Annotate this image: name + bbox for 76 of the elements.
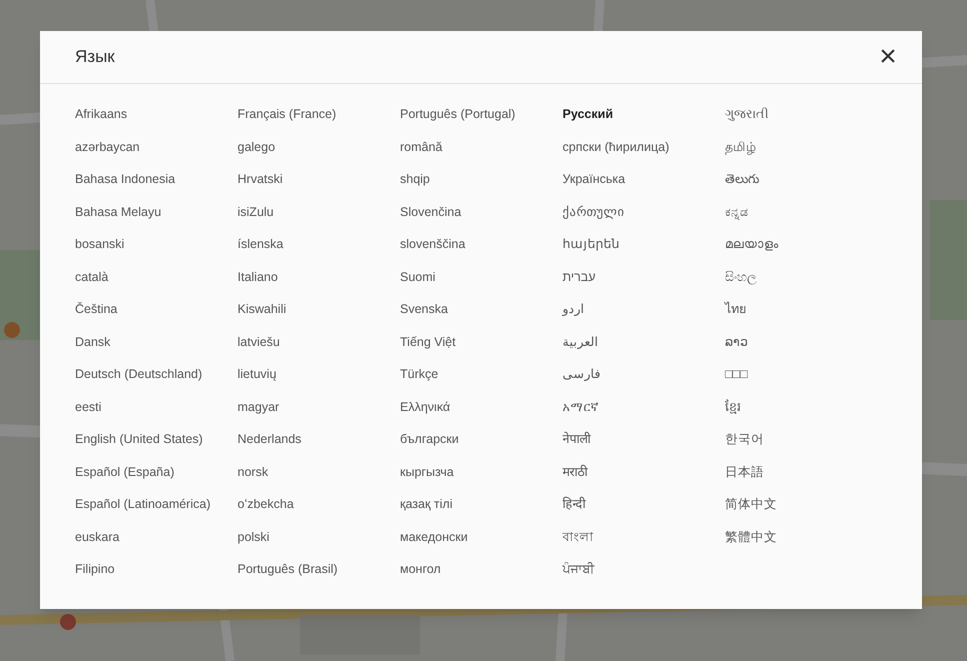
language-option[interactable]: Slovenčina (400, 202, 462, 220)
language-option[interactable]: ਪੰਜਾਬੀ (562, 560, 594, 578)
language-option[interactable]: 日本語 (725, 462, 764, 480)
language-option[interactable]: ไทย (725, 300, 746, 318)
language-option[interactable]: বাংলা (562, 528, 594, 546)
language-option[interactable]: Afrikaans (75, 105, 128, 123)
language-option[interactable]: اردو (562, 300, 584, 318)
language-option[interactable]: Čeština (75, 300, 118, 318)
language-option[interactable]: Ελληνικά (400, 398, 450, 416)
language-option[interactable]: Bahasa Indonesia (75, 170, 176, 188)
language-option[interactable]: lietuvių (238, 365, 276, 383)
language-option[interactable]: македонски (400, 528, 468, 546)
language-option[interactable]: қазақ тілі (400, 495, 452, 513)
language-option[interactable]: Hrvatski (238, 170, 283, 188)
language-option[interactable]: հայերեն (562, 235, 620, 253)
language-option[interactable]: தமிழ் (725, 138, 756, 156)
language-option[interactable]: Українська (562, 170, 626, 188)
language-option[interactable]: ខ្មែរ (725, 398, 741, 416)
close-button[interactable]: × (872, 41, 904, 73)
language-option[interactable]: 繁體中文 (725, 528, 777, 546)
language-option[interactable]: ગુજરાતી (725, 105, 769, 123)
language-option[interactable]: Svenska (400, 300, 448, 318)
language-option[interactable]: latviešu (238, 332, 280, 350)
language-option[interactable]: galego (238, 138, 276, 156)
language-option[interactable]: Русский (562, 105, 614, 123)
language-option[interactable]: bosanski (75, 235, 124, 253)
language-option[interactable]: العربية (562, 332, 598, 350)
language-option[interactable]: euskara (75, 528, 120, 546)
language-option[interactable]: eesti (75, 398, 102, 416)
language-option[interactable]: Italiano (238, 268, 278, 286)
language-option[interactable]: □□□ (725, 365, 748, 383)
language-option[interactable]: română (400, 138, 442, 156)
language-option[interactable]: ქართული (562, 202, 624, 220)
language-option[interactable]: 한국어 (725, 430, 764, 448)
language-option[interactable]: Dansk (75, 332, 110, 350)
language-option[interactable]: polski (238, 528, 270, 546)
dialog-title: Язык (75, 46, 115, 68)
language-option[interactable]: slovenščina (400, 235, 466, 253)
language-option[interactable]: Nederlands (238, 430, 302, 448)
language-option[interactable]: فارسی (562, 365, 600, 383)
language-option[interactable]: አማርኛ (562, 398, 598, 416)
language-option[interactable]: ಕನ್ನಡ (725, 202, 748, 220)
language-option[interactable]: Deutsch (Deutschland) (75, 365, 202, 383)
language-option[interactable]: azərbaycan (75, 138, 140, 156)
language-option[interactable]: català (75, 268, 108, 286)
language-option[interactable]: नेपाली (562, 430, 590, 448)
language-option[interactable]: oʻzbekcha (238, 495, 294, 513)
language-option[interactable]: English (United States) (75, 430, 203, 448)
language-option[interactable]: shqip (400, 170, 430, 188)
language-option[interactable]: Tiếng Việt (400, 332, 456, 350)
language-option[interactable]: български (400, 430, 459, 448)
language-option[interactable]: Português (Brasil) (238, 560, 338, 578)
language-option[interactable]: Filipino (75, 560, 115, 578)
language-option[interactable]: српски (ћирилица) (562, 138, 670, 156)
language-option[interactable]: Suomi (400, 268, 436, 286)
language-option[interactable]: తెలుగు (725, 170, 759, 188)
language-option[interactable]: isiZulu (238, 202, 274, 220)
language-option[interactable]: मराठी (562, 462, 588, 480)
language-option[interactable]: кыргызча (400, 462, 454, 480)
language-option[interactable]: Türkçe (400, 365, 438, 383)
language-option[interactable]: 简体中文 (725, 495, 777, 513)
language-option[interactable]: íslenska (238, 235, 284, 253)
language-option[interactable]: עברית (562, 268, 596, 286)
language-option[interactable]: Español (Latinoamérica) (75, 495, 210, 513)
language-option[interactable]: Español (España) (75, 462, 174, 480)
language-option[interactable]: ລາວ (725, 332, 748, 350)
language-option[interactable]: മലയാളം (725, 235, 778, 253)
language-option[interactable]: Français (France) (238, 105, 336, 123)
language-option[interactable]: Bahasa Melayu (75, 202, 162, 220)
language-option[interactable]: монгол (400, 560, 441, 578)
language-option[interactable]: magyar (238, 398, 280, 416)
language-option[interactable]: Português (Portugal) (400, 105, 516, 123)
language-option[interactable]: Kiswahili (238, 300, 286, 318)
language-option[interactable]: norsk (238, 462, 268, 480)
language-option[interactable]: हिन्दी (562, 495, 586, 513)
language-option[interactable]: සිංහල (725, 268, 757, 286)
